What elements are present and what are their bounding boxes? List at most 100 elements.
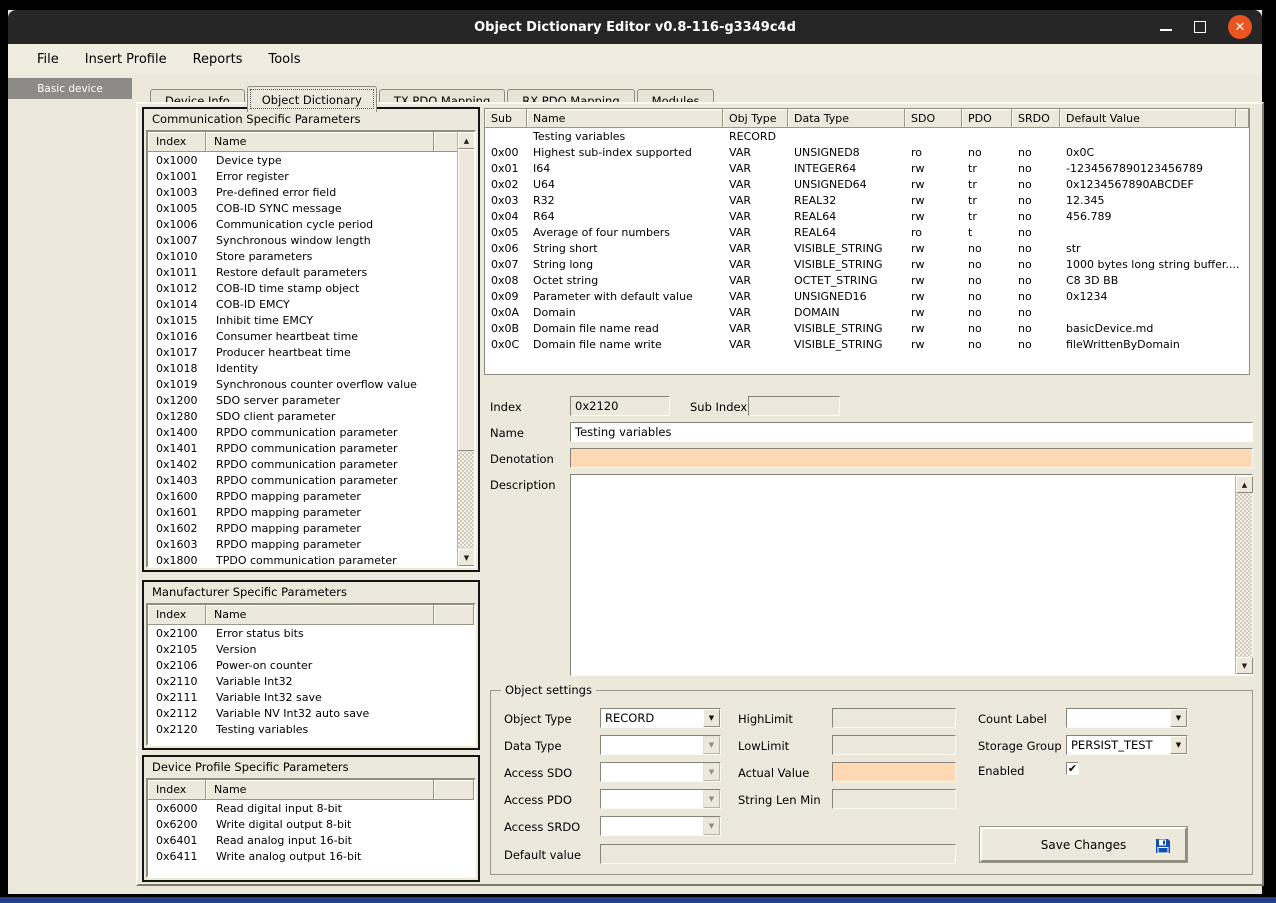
column-header-obj-type[interactable]: Obj Type	[723, 109, 788, 128]
list-item[interactable]: 0x1006Communication cycle period	[148, 216, 455, 232]
column-header-index[interactable]: Index	[148, 780, 206, 800]
list-item[interactable]: 0x1280SDO client parameter	[148, 408, 455, 424]
scrollbar-thumb[interactable]	[458, 149, 475, 451]
scroll-up-icon[interactable]: ▲	[458, 132, 475, 149]
menu-file[interactable]: File	[24, 48, 72, 71]
list-item[interactable]: 0x2100Error status bits	[148, 625, 474, 641]
menu-insert-profile[interactable]: Insert Profile	[72, 48, 180, 71]
list-item[interactable]: 0x1400RPDO communication parameter	[148, 424, 455, 440]
list-item[interactable]: 0x1403RPDO communication parameter	[148, 472, 455, 488]
column-header-sub[interactable]: Sub	[485, 109, 527, 128]
list-item[interactable]: 0x1005COB-ID SYNC message	[148, 200, 455, 216]
list-item[interactable]: 0x1600RPDO mapping parameter	[148, 488, 455, 504]
list-item[interactable]: 0x2110Variable Int32	[148, 673, 474, 689]
table-row[interactable]: 0x05Average of four numbersVARREAL64rotn…	[485, 224, 1249, 240]
chevron-down-icon[interactable]: ▼	[1170, 709, 1187, 727]
column-header-srdo[interactable]: SRDO	[1012, 109, 1060, 128]
count-label-select[interactable]: ▼	[1066, 708, 1188, 728]
column-header-sdo[interactable]: SDO	[905, 109, 962, 128]
list-item[interactable]: 0x1800TPDO communication parameter	[148, 552, 455, 568]
column-header-name[interactable]: Name	[527, 109, 723, 128]
table-row[interactable]: 0x06String shortVARVISIBLE_STRINGrwnonos…	[485, 240, 1249, 256]
denotation-field[interactable]	[570, 448, 1253, 468]
table-row[interactable]: 0x07String longVARVISIBLE_STRINGrwnono10…	[485, 256, 1249, 272]
storage-group-select[interactable]: PERSIST_TEST ▼	[1066, 735, 1188, 755]
column-header-name[interactable]: Name	[206, 605, 434, 625]
column-header-index[interactable]: Index	[148, 132, 206, 152]
list-item[interactable]: 0x6411Write analog output 16-bit	[148, 848, 474, 864]
list-item[interactable]: 0x2112Variable NV Int32 auto save	[148, 705, 474, 721]
table-row[interactable]: 0x02U64VARUNSIGNED64rwtrno0x1234567890AB…	[485, 176, 1249, 192]
list-item[interactable]: 0x1016Consumer heartbeat time	[148, 328, 455, 344]
menu-reports[interactable]: Reports	[180, 48, 256, 71]
sidebar-item-basic-device[interactable]: Basic device	[8, 78, 132, 99]
table-row[interactable]: 0x08Octet stringVAROCTET_STRINGrwnonoC8 …	[485, 272, 1249, 288]
index-field[interactable]	[570, 396, 670, 416]
communication-parameters-title: Communication Specific Parameters	[152, 112, 361, 126]
list-header: Index Name	[148, 780, 474, 800]
communication-list-scrollbar[interactable]: ▲ ▼	[457, 132, 474, 566]
list-item[interactable]: 0x2105Version	[148, 641, 474, 657]
list-item[interactable]: 0x1017Producer heartbeat time	[148, 344, 455, 360]
list-item[interactable]: 0x1019Synchronous counter overflow value	[148, 376, 455, 392]
sub-index-label: Sub Index	[690, 400, 747, 414]
maximize-icon[interactable]	[1194, 21, 1206, 33]
list-item[interactable]: 0x1602RPDO mapping parameter	[148, 520, 455, 536]
column-header-index[interactable]: Index	[148, 605, 206, 625]
sub-index-field[interactable]	[748, 396, 840, 416]
description-field[interactable]	[571, 475, 1234, 675]
list-item[interactable]: 0x1603RPDO mapping parameter	[148, 536, 455, 552]
table-row[interactable]: Testing variablesRECORD	[485, 128, 1249, 144]
column-header-data-type[interactable]: Data Type	[788, 109, 905, 128]
close-icon[interactable]: ✕	[1228, 15, 1252, 39]
list-item[interactable]: 0x1014COB-ID EMCY	[148, 296, 455, 312]
list-item[interactable]: 0x2111Variable Int32 save	[148, 689, 474, 705]
list-item[interactable]: 0x1200SDO server parameter	[148, 392, 455, 408]
scroll-down-icon[interactable]: ▼	[458, 549, 475, 566]
table-row[interactable]: 0x00Highest sub-index supportedVARUNSIGN…	[485, 144, 1249, 160]
table-row[interactable]: 0x0CDomain file name writeVARVISIBLE_STR…	[485, 336, 1249, 352]
table-row[interactable]: 0x0BDomain file name readVARVISIBLE_STRI…	[485, 320, 1249, 336]
minimize-icon[interactable]	[1160, 21, 1172, 33]
table-row[interactable]: 0x04R64VARREAL64rwtrno456.789	[485, 208, 1249, 224]
list-item[interactable]: 0x2120Testing variables	[148, 721, 474, 737]
save-changes-button[interactable]: Save Changes	[980, 827, 1187, 862]
name-field[interactable]	[570, 422, 1253, 442]
save-icon	[1155, 838, 1171, 857]
list-item[interactable]: 0x1015Inhibit time EMCY	[148, 312, 455, 328]
description-scrollbar[interactable]: ▲ ▼	[1235, 476, 1252, 674]
chevron-down-icon[interactable]: ▼	[703, 709, 720, 727]
list-item[interactable]: 0x1012COB-ID time stamp object	[148, 280, 455, 296]
object-type-select[interactable]: RECORD ▼	[600, 708, 721, 728]
list-item[interactable]: 0x1000Device type	[148, 152, 455, 168]
list-item[interactable]: 0x1401RPDO communication parameter	[148, 440, 455, 456]
column-header-name[interactable]: Name	[206, 132, 434, 152]
list-item[interactable]: 0x1601RPDO mapping parameter	[148, 504, 455, 520]
scroll-down-icon[interactable]: ▼	[1236, 657, 1253, 674]
column-header-name[interactable]: Name	[206, 780, 434, 800]
menu-tools[interactable]: Tools	[255, 48, 313, 71]
list-item[interactable]: 0x1011Restore default parameters	[148, 264, 455, 280]
list-item[interactable]: 0x1010Store parameters	[148, 248, 455, 264]
table-row[interactable]: 0x03R32VARREAL32rwtrno12.345	[485, 192, 1249, 208]
list-item[interactable]: 0x1003Pre-defined error field	[148, 184, 455, 200]
list-item[interactable]: 0x1402RPDO communication parameter	[148, 456, 455, 472]
tab-object-dictionary[interactable]: Object Dictionary	[247, 86, 377, 112]
list-item[interactable]: 0x1018Identity	[148, 360, 455, 376]
actual-value-label: Actual Value	[738, 766, 809, 780]
column-header-default-value[interactable]: Default Value	[1060, 109, 1236, 128]
column-header-pdo[interactable]: PDO	[962, 109, 1012, 128]
table-row[interactable]: 0x01I64VARINTEGER64rwtrno-12345678901234…	[485, 160, 1249, 176]
scroll-up-icon[interactable]: ▲	[1236, 476, 1253, 493]
actual-value-field[interactable]	[832, 762, 956, 782]
list-item[interactable]: 0x6401Read analog input 16-bit	[148, 832, 474, 848]
table-row[interactable]: 0x0ADomainVARDOMAINrwnono	[485, 304, 1249, 320]
list-item[interactable]: 0x1001Error register	[148, 168, 455, 184]
table-row[interactable]: 0x09Parameter with default valueVARUNSIG…	[485, 288, 1249, 304]
chevron-down-icon[interactable]: ▼	[1170, 736, 1187, 754]
list-item[interactable]: 0x1007Synchronous window length	[148, 232, 455, 248]
list-item[interactable]: 0x2106Power-on counter	[148, 657, 474, 673]
list-item[interactable]: 0x6000Read digital input 8-bit	[148, 800, 474, 816]
list-item[interactable]: 0x6200Write digital output 8-bit	[148, 816, 474, 832]
enabled-checkbox[interactable]: ✔	[1066, 762, 1079, 775]
